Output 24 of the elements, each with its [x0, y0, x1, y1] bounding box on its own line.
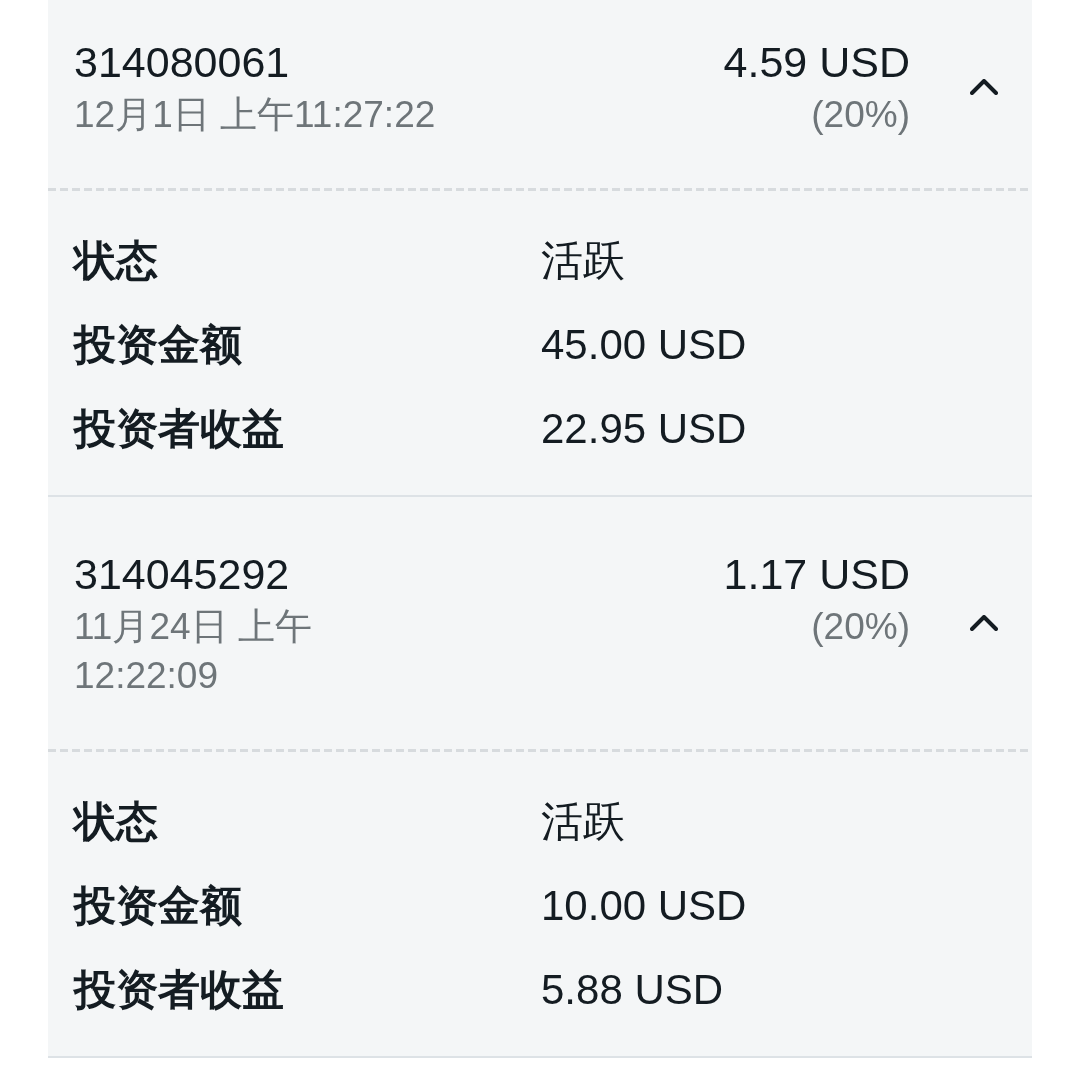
detail-label: 投资者收益 [74, 404, 285, 454]
detail-value: 10.00 USD [541, 881, 748, 931]
order-card[interactable]: 314045292 11月24日 上午12:22:09 1.17 USD (20%) 状态 活跃 投资金额 10.00 USD 投资者收益 5.88 USD [48, 497, 1032, 1058]
detail-label: 投资者收益 [74, 965, 285, 1015]
detail-label: 投资金额 [74, 320, 243, 370]
detail-label: 投资金额 [74, 881, 243, 931]
order-date-text: 11月24日 上午12:22:09 [74, 605, 313, 698]
order-id-text: 314045292 [74, 549, 290, 600]
detail-label: 状态 [74, 236, 159, 286]
amount-text: 1.17 USD [723, 549, 910, 600]
order-card[interactable]: 314080061 12月1日 上午11:27:22 4.59 USD (20%) 状态 活跃 投资金额 45.00 USD 投资者收益 22.95 USD [48, 0, 1032, 497]
detail-value: 活跃 [541, 236, 626, 286]
order-date-text: 12月1日 上午11:27:22 [74, 93, 436, 137]
chevron-up-icon[interactable] [970, 615, 998, 631]
chevron-up-icon[interactable] [970, 78, 998, 95]
order-id-text: 314080061 [74, 37, 290, 88]
detail-value: 45.00 USD [541, 320, 748, 370]
detail-value: 活跃 [541, 797, 626, 847]
detail-value: 5.88 USD [541, 965, 725, 1015]
percent-text: (20%) [811, 605, 910, 649]
amount-text: 4.59 USD [723, 37, 910, 88]
percent-text: (20%) [811, 93, 910, 137]
detail-value: 22.95 USD [541, 404, 748, 454]
detail-label: 状态 [74, 797, 159, 847]
